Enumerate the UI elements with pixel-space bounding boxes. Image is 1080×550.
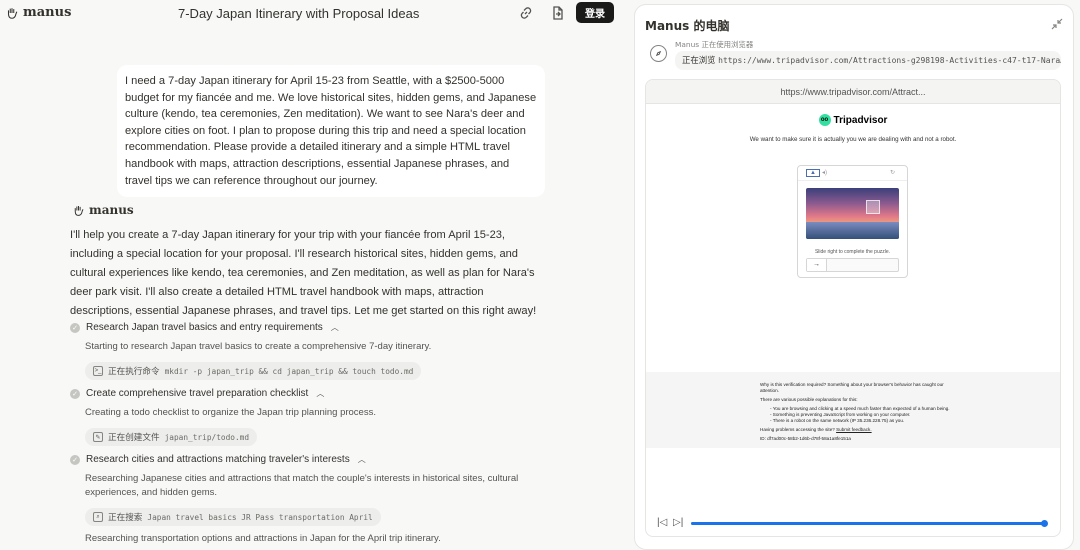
step-header[interactable]: ✓ Create comprehensive travel preparatio… — [70, 388, 550, 399]
tool-label: 正在创建文件 — [108, 432, 160, 442]
agent-message: I'll help you create a 7-day Japan itine… — [70, 229, 537, 317]
puzzle-slot — [866, 200, 880, 214]
check-circle-icon: ✓ — [70, 454, 80, 465]
share-file-icon[interactable] — [549, 5, 565, 21]
why-title: Why is this verification required? Somet… — [760, 382, 944, 393]
status-url: https://www.tripadvisor.com/Attractions-… — [718, 56, 1061, 65]
why-item: - There is a robot on the same network (… — [770, 418, 905, 423]
terminal-icon: >_ — [93, 366, 103, 376]
step-description: Starting to research Japan travel basics… — [85, 341, 432, 352]
tool-call-pill[interactable]: ⌕ 正在搜索 Japan travel basics JR Pass trans… — [85, 508, 381, 526]
tool-argument: japan_trip/todo.md — [164, 432, 250, 442]
captcha-page: oo Tripadvisor We want to make sure it i… — [646, 104, 1060, 372]
step-title: Research cities and attractions matching… — [86, 454, 350, 465]
playback-timeline[interactable] — [691, 520, 1048, 527]
feedback-prefix: Having problems accessing the site? — [760, 427, 835, 432]
tool-label: 正在搜索 — [108, 512, 143, 522]
manus-hand-icon — [7, 7, 18, 19]
edit-file-icon: ✎ — [93, 432, 103, 442]
page-title: 7-Day Japan Itinerary with Proposal Idea… — [178, 6, 420, 21]
status-action: 正在浏览 — [682, 55, 716, 65]
status-label: Manus 正在使用浏览器 — [675, 40, 754, 49]
status-box: 正在浏览 https://www.tripadvisor.com/Attract… — [675, 51, 1061, 70]
step-description: Researching Japanese cities and attracti… — [85, 473, 519, 498]
site-logo-text: Tripadvisor — [833, 114, 888, 126]
chat-pane: manus 7-Day Japan Itinerary with Proposa… — [0, 0, 625, 550]
playback-controls: |◁ ▷| — [645, 513, 1061, 533]
tool-label: 正在执行命令 — [108, 366, 160, 376]
step-header[interactable]: ✓ Research cities and attractions matchi… — [70, 454, 550, 465]
collapse-icon[interactable] — [1051, 18, 1063, 30]
captcha-toolbar: ▲ ◂) ↻ — [798, 166, 907, 181]
browser-viewport: https://www.tripadvisor.com/Attract... o… — [645, 79, 1061, 537]
compass-icon — [650, 45, 667, 62]
tool-argument: mkdir -p japan_trip && cd japan_trip && … — [164, 366, 414, 376]
computer-panel: Manus 的电脑 Manus 正在使用浏览器 正在浏览 https://www… — [634, 4, 1074, 550]
chevron-up-icon[interactable]: ︿ — [316, 388, 324, 399]
check-circle-icon: ✓ — [70, 322, 80, 333]
tool-call-pill[interactable]: ✎ 正在创建文件 japan_trip/todo.md — [85, 428, 258, 446]
tool-argument: Japan travel basics JR Pass transportati… — [147, 512, 373, 522]
step-item: ✓ Research Japan travel basics and entry… — [70, 322, 550, 380]
chevron-up-icon[interactable]: ︿ — [331, 322, 339, 333]
search-icon: ⌕ — [93, 512, 103, 522]
verification-info: Why is this verification required? Somet… — [646, 372, 1060, 448]
timeline-progress — [691, 522, 1045, 525]
link-icon[interactable] — [518, 5, 534, 21]
captcha-widget: ▲ ◂) ↻ Slide right to complete the puzzl… — [797, 165, 908, 278]
skip-back-icon[interactable]: |◁ — [657, 517, 667, 528]
site-logo: oo Tripadvisor — [646, 114, 1060, 126]
brand-logo[interactable]: manus — [5, 5, 71, 20]
chevron-up-icon[interactable]: ︿ — [358, 454, 366, 465]
captcha-image — [806, 188, 899, 239]
tripadvisor-owl-icon: oo — [818, 114, 831, 126]
step-item: ✓ Create comprehensive travel preparatio… — [70, 388, 550, 446]
captcha-slider[interactable]: → — [806, 258, 899, 272]
user-message: I need a 7-day Japan itinerary for April… — [117, 65, 545, 198]
tool-call-pill[interactable]: >_ 正在执行命令 mkdir -p japan_trip && cd japa… — [85, 362, 422, 380]
step-description: Creating a todo checklist to organize th… — [85, 407, 376, 418]
browser-url-bar: https://www.tripadvisor.com/Attract... — [646, 80, 1060, 104]
captcha-hint: Slide right to complete the puzzle. — [814, 249, 891, 255]
step-title: Research Japan travel basics and entry r… — [86, 322, 323, 333]
step-title: Create comprehensive travel preparation … — [86, 388, 309, 399]
agent-header: manus — [72, 203, 134, 217]
panel-title: Manus 的电脑 — [645, 19, 730, 33]
audio-tab-icon[interactable]: ◂) — [822, 169, 827, 176]
image-tab-icon[interactable]: ▲ — [806, 169, 820, 177]
check-circle-icon: ✓ — [70, 388, 80, 399]
skip-forward-icon[interactable]: ▷| — [673, 517, 683, 528]
feedback-link[interactable]: Submit feedback. — [836, 427, 872, 432]
brand-name: manus — [23, 5, 72, 20]
arrow-right-icon[interactable]: → — [807, 259, 827, 271]
manus-hand-icon — [74, 205, 84, 216]
request-id: ID: df7ad00c-58b2-1d6b-d78f-58a1a8fe151a — [760, 436, 851, 441]
robot-message: We want to make sure it is actually you … — [749, 136, 957, 143]
agent-name: manus — [89, 203, 134, 217]
refresh-icon[interactable]: ↻ — [890, 169, 895, 176]
step-description: Researching transportation options and a… — [85, 533, 441, 544]
step-header[interactable]: ✓ Research Japan travel basics and entry… — [70, 322, 550, 333]
timeline-handle[interactable] — [1041, 520, 1048, 527]
chat-header: manus 7-Day Japan Itinerary with Proposa… — [0, 0, 625, 28]
feedback-line: Having problems accessing the site? Subm… — [760, 427, 960, 433]
why-intro: There are various possible explanations … — [760, 397, 858, 402]
login-button[interactable]: 登录 — [576, 2, 614, 23]
step-item: ✓ Research cities and attractions matchi… — [70, 454, 550, 526]
